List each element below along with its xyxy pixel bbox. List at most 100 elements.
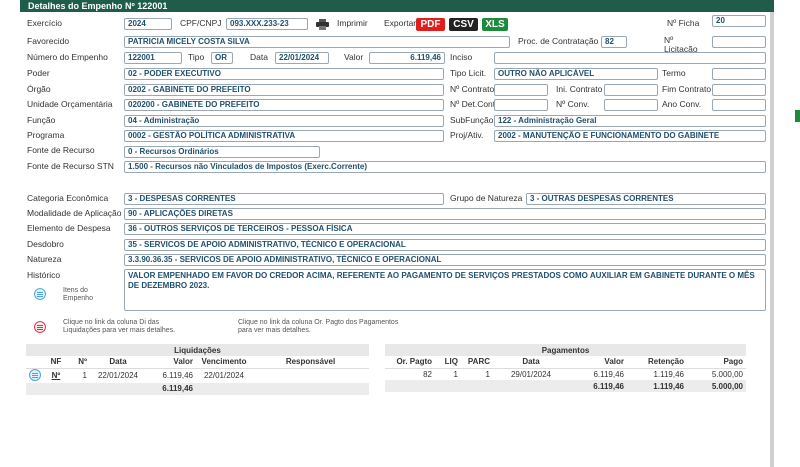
label-categoria-economica: Categoria Econômica bbox=[27, 193, 109, 203]
data-field: 22/01/2024 bbox=[275, 52, 329, 64]
termo-field bbox=[712, 68, 766, 80]
label-fim-contrato: Fim Contrato bbox=[662, 84, 712, 94]
itens-empenho-label: Itens do Empenho bbox=[63, 287, 93, 302]
label-proc-contratacao: Proc. de Contratação bbox=[518, 36, 599, 46]
col-valor-pagto: Valor bbox=[569, 356, 627, 369]
fonte-recurso-stn-field: 1.500 - Recursos não Vinculados de Impos… bbox=[124, 161, 766, 173]
label-fonte-recurso-stn: Fonte de Recurso STN bbox=[27, 161, 114, 171]
col-valor: Valor bbox=[146, 356, 196, 369]
pagamentos-title: Pagamentos bbox=[385, 344, 746, 356]
label-n-conv: Nº Conv. bbox=[556, 99, 590, 109]
label-poder: Poder bbox=[27, 68, 50, 78]
label-exportar: Exportar: bbox=[384, 18, 419, 28]
cpf-cnpj-field: 093.XXX.233-23 bbox=[226, 18, 308, 30]
pagamentos-table: Pagamentos Or. Pagto LIQ PARC Data Valor… bbox=[385, 344, 746, 392]
pagamentos-total-valor: 6.119,46 bbox=[569, 380, 627, 392]
label-ano-conv: Ano Conv. bbox=[662, 99, 702, 109]
printer-icon[interactable] bbox=[316, 19, 329, 30]
label-n-det-cont: Nº Det.Cont bbox=[450, 99, 496, 109]
col-or-pagto: Or. Pagto bbox=[385, 356, 435, 369]
liquidacoes-table: Liquidações NF Nº Data Valor Vencimento … bbox=[26, 344, 369, 395]
cell-responsavel bbox=[252, 368, 369, 383]
label-funcao: Função bbox=[27, 115, 56, 125]
proj-ativ-field: 2002 - MANUTENÇÃO E FUNCIONAMENTO DO GAB… bbox=[494, 130, 766, 142]
col-vencimento: Vencimento bbox=[196, 356, 252, 369]
cell-retencao: 1.119,46 bbox=[653, 369, 684, 379]
label-desdobro: Desdobro bbox=[27, 239, 64, 249]
proc-contratacao-field: 82 bbox=[601, 36, 627, 48]
ini-contrato-field bbox=[604, 84, 658, 96]
label-exercicio: Exercício bbox=[27, 18, 62, 28]
label-data: Data bbox=[250, 52, 268, 62]
favorecido-field: PATRICIA MICELY COSTA SILVA bbox=[124, 36, 510, 48]
or-pagto-link[interactable]: 82 bbox=[385, 368, 435, 380]
export-csv-button[interactable]: CSV bbox=[449, 18, 478, 31]
label-historico: Histórico bbox=[27, 270, 61, 280]
label-favorecido: Favorecido bbox=[27, 36, 70, 46]
numero-empenho-field: 122001 bbox=[124, 52, 182, 64]
tipo-field: OR bbox=[211, 52, 233, 64]
valor-field: 6.119,46 bbox=[369, 52, 445, 64]
n-conv-field bbox=[604, 99, 658, 111]
liquidacoes-title: Liquidações bbox=[26, 344, 369, 356]
natureza-field: 3.3.90.36.35 - SERVICOS DE APOIO ADMINIS… bbox=[124, 254, 766, 266]
label-orgao: Órgão bbox=[27, 84, 51, 94]
poder-field: 02 - PODER EXECUTIVO bbox=[124, 68, 444, 80]
label-programa: Programa bbox=[27, 130, 65, 140]
pagamentos-total-pago: 5.000,00 bbox=[687, 380, 746, 392]
liquidacoes-total-row: 6.119,46 bbox=[26, 382, 369, 395]
col-retencao: Retenção bbox=[627, 356, 687, 369]
label-grupo-natureza: Grupo de Natureza bbox=[450, 193, 523, 203]
col-nf: NF bbox=[46, 356, 66, 369]
col-pago: Pago bbox=[687, 356, 746, 369]
label-valor: Valor bbox=[344, 52, 364, 62]
itens-empenho-icon[interactable] bbox=[34, 288, 46, 300]
print-link[interactable]: Imprimir bbox=[337, 18, 368, 29]
label-ini-contrato: Ini. Contrato bbox=[556, 84, 603, 94]
cell-pago: 5.000,00 bbox=[711, 369, 743, 379]
export-pdf-button[interactable]: PDF bbox=[416, 18, 445, 31]
cell-valor: 6.119,46 bbox=[162, 371, 193, 380]
liquidacao-items-icon[interactable] bbox=[29, 368, 41, 381]
table-row: Nº 1 22/01/2024 6.119,46 22/01/2024 bbox=[26, 368, 369, 383]
fim-contrato-field bbox=[712, 84, 766, 96]
export-xls-button[interactable]: XLS bbox=[482, 18, 508, 31]
col-data: Data bbox=[90, 356, 146, 369]
cell-data: 22/01/2024 bbox=[97, 371, 139, 380]
label-inciso: Inciso bbox=[450, 52, 473, 62]
cell-vencimento: 22/01/2024 bbox=[203, 371, 245, 380]
col-liq: LIQ bbox=[435, 356, 461, 369]
table-row: 82 1 1 29/01/2024 6.119,46 1.119,46 5.00… bbox=[385, 368, 746, 380]
col-responsavel: Responsável bbox=[252, 356, 369, 369]
pagamentos-total-row: 6.119,46 1.119,46 5.000,00 bbox=[385, 380, 746, 392]
label-n-contrato: Nº Contrato bbox=[450, 84, 495, 94]
scrollbar[interactable] bbox=[770, 12, 774, 467]
label-fonte-recurso: Fonte de Recurso bbox=[27, 145, 95, 155]
side-tab bbox=[795, 110, 800, 122]
categoria-economica-field: 3 - DESPESAS CORRENTES bbox=[124, 193, 444, 205]
label-proj-ativ: Proj/Ativ. bbox=[450, 130, 484, 140]
historico-field: VALOR EMPENHADO EM FAVOR DO CREDOR ACIMA… bbox=[124, 269, 766, 311]
liquidacoes-total-valor: 6.119,46 bbox=[146, 382, 196, 395]
desdobro-field: 35 - SERVICOS DE APOIO ADMINISTRATIVO, T… bbox=[124, 239, 766, 251]
cell-liq: 1 bbox=[453, 369, 458, 379]
dialog-header: Detalhes do Empenho Nº 122001 bbox=[20, 0, 774, 12]
label-elemento: Elemento de Despesa bbox=[27, 223, 111, 233]
label-natureza: Natureza bbox=[27, 254, 62, 264]
tipo-licit-field: OUTRO NÃO APLICÁVEL bbox=[494, 68, 658, 80]
subfuncao-field: 122 - Administração Geral bbox=[494, 115, 766, 127]
cell-data-pagto: 29/01/2024 bbox=[510, 369, 552, 379]
note-pagamentos: Clique no link da coluna Or. Pagto dos P… bbox=[238, 319, 399, 334]
grupo-natureza-field: 3 - OUTRAS DESPESAS CORRENTES bbox=[526, 193, 766, 205]
n-licitacao-field bbox=[712, 36, 766, 48]
col-parc: PARC bbox=[461, 356, 493, 369]
label-tipo-licit: Tipo Licit. bbox=[450, 68, 487, 78]
label-modalidade: Modalidade de Aplicação bbox=[27, 208, 122, 218]
ano-conv-field bbox=[712, 99, 766, 111]
elemento-field: 36 - OUTROS SERVIÇOS DE TERCEIROS - PESS… bbox=[124, 223, 766, 235]
cell-parc: 1 bbox=[485, 369, 490, 379]
cell-n: 1 bbox=[82, 371, 87, 380]
label-unidade: Unidade Orçamentária bbox=[27, 99, 113, 109]
nf-link[interactable]: Nº bbox=[46, 368, 66, 383]
label-termo: Termo bbox=[662, 68, 686, 78]
